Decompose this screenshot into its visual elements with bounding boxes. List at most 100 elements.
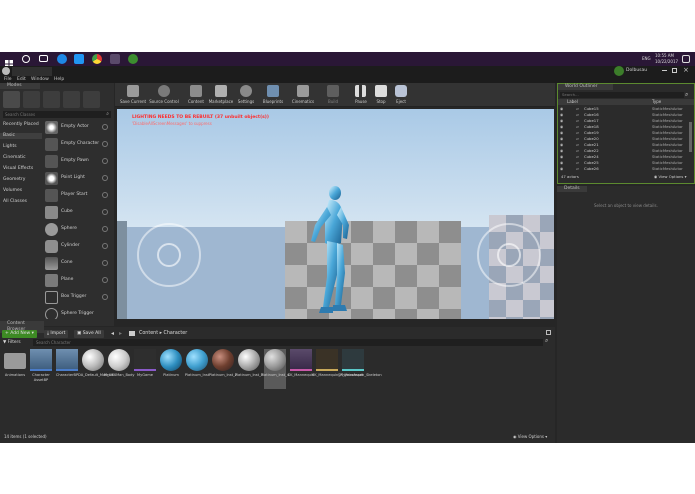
cinematics-button[interactable]: Cinematics bbox=[289, 84, 317, 106]
asset-item[interactable]: Platinum_Inst_2 bbox=[209, 349, 237, 389]
foliage-mode-icon[interactable] bbox=[63, 91, 80, 108]
outliner-search-icon[interactable]: ⌕ bbox=[685, 91, 688, 99]
filters-button[interactable]: ▼ Filters bbox=[3, 340, 21, 345]
help-icon[interactable] bbox=[102, 277, 108, 283]
asset-item-selected[interactable]: Platinum_Inst_4 bbox=[261, 349, 289, 389]
outliner-search-input[interactable]: Search... bbox=[560, 92, 684, 98]
outliner-scrollbar[interactable] bbox=[689, 122, 692, 152]
asset-item[interactable]: DA_Default_Material bbox=[78, 349, 115, 389]
category-all-classes[interactable]: All Classes bbox=[3, 199, 27, 205]
asset-item[interactable]: MyGame bbox=[134, 349, 156, 389]
asset-item[interactable]: SK_Mannequin_PhysicsAsset bbox=[312, 349, 363, 389]
place-item-sphere[interactable]: Sphere bbox=[44, 222, 112, 238]
place-item-empty-actor[interactable]: Empty Actor bbox=[44, 120, 112, 136]
unreal-icon[interactable] bbox=[110, 54, 120, 64]
menu-window[interactable]: Window bbox=[31, 76, 49, 83]
breadcrumb-character[interactable]: Character bbox=[164, 331, 188, 336]
look-joystick[interactable] bbox=[477, 223, 541, 287]
clock-time[interactable]: 10:55 AM bbox=[655, 53, 674, 58]
place-item-sphere-trigger[interactable]: Sphere Trigger bbox=[44, 307, 112, 319]
place-mode-icon[interactable] bbox=[3, 91, 20, 108]
details-tab[interactable]: Details bbox=[557, 186, 587, 192]
source-control-button[interactable]: Source Control bbox=[149, 84, 179, 106]
close-icon[interactable]: × bbox=[683, 66, 689, 75]
asset-search-icon[interactable]: ⌕ bbox=[545, 337, 548, 345]
store-icon[interactable] bbox=[74, 54, 84, 64]
help-icon[interactable] bbox=[102, 294, 108, 300]
place-item-player-start[interactable]: Player Start bbox=[44, 188, 112, 204]
asset-item[interactable]: Platinum_Inst bbox=[185, 349, 209, 389]
world-outliner-tab[interactable]: World Outliner bbox=[558, 84, 613, 90]
windows-start-icon[interactable] bbox=[4, 54, 14, 68]
outliner-row[interactable]: ◉ ▱ Cube26 StaticMeshActor bbox=[558, 166, 694, 172]
category-basic[interactable]: Basic bbox=[0, 133, 42, 139]
app-icon[interactable] bbox=[128, 54, 138, 64]
save-all-button[interactable]: ▣ Save All bbox=[74, 330, 104, 338]
asset-item[interactable]: SK_Mannequin_Skeleton bbox=[338, 349, 382, 389]
help-icon[interactable] bbox=[102, 175, 108, 181]
add-new-button[interactable]: + Add New ▾ bbox=[2, 330, 37, 338]
place-item-empty-character[interactable]: Empty Character bbox=[44, 137, 112, 153]
help-icon[interactable] bbox=[102, 192, 108, 198]
eject-button[interactable]: Eject bbox=[387, 84, 415, 106]
level-tab[interactable] bbox=[12, 67, 52, 76]
category-geometry[interactable]: Geometry bbox=[3, 177, 25, 183]
help-icon[interactable] bbox=[102, 260, 108, 266]
level-viewport[interactable]: LIGHTING NEEDS TO BE REBUILT (37 unbuilt… bbox=[117, 109, 554, 319]
paint-mode-icon[interactable] bbox=[23, 91, 40, 108]
history-back-icon[interactable]: ◂ bbox=[111, 330, 114, 337]
clock-date[interactable]: 10/22/2017 bbox=[655, 59, 678, 64]
asset-item[interactable]: SK_Mannequin bbox=[288, 349, 314, 389]
place-item-box-trigger[interactable]: Box Trigger bbox=[44, 290, 112, 306]
content-view-options[interactable]: ◉ View Options ▾ bbox=[513, 434, 547, 439]
minimize-icon[interactable] bbox=[662, 70, 667, 71]
blueprints-button[interactable]: Blueprints bbox=[259, 84, 287, 106]
category-cinematic[interactable]: Cinematic bbox=[3, 155, 26, 161]
chrome-icon[interactable] bbox=[92, 54, 102, 64]
notifications-icon[interactable] bbox=[682, 55, 690, 63]
asset-item[interactable]: M_UE4Man_Body bbox=[104, 349, 135, 389]
modes-tab[interactable]: Modes bbox=[0, 83, 40, 89]
task-view-icon[interactable] bbox=[39, 55, 48, 62]
asset-item[interactable]: CharacterBP bbox=[56, 349, 78, 389]
move-joystick[interactable] bbox=[137, 223, 201, 287]
landscape-mode-icon[interactable] bbox=[43, 91, 60, 108]
geometry-mode-icon[interactable] bbox=[83, 91, 100, 108]
mannequin-character[interactable] bbox=[303, 185, 359, 315]
help-icon[interactable] bbox=[102, 226, 108, 232]
place-item-plane[interactable]: Plane bbox=[44, 273, 112, 289]
col-label[interactable]: Label bbox=[567, 99, 578, 105]
asset-search-input[interactable]: Search Character bbox=[33, 339, 543, 346]
lock-icon[interactable] bbox=[546, 330, 551, 335]
col-type[interactable]: Type bbox=[652, 99, 661, 105]
asset-item[interactable]: Animations bbox=[4, 349, 26, 389]
edge-icon[interactable] bbox=[57, 54, 67, 64]
help-icon[interactable] bbox=[102, 124, 108, 130]
breadcrumb-content[interactable]: Content bbox=[139, 331, 158, 336]
category-lights[interactable]: Lights bbox=[3, 144, 17, 150]
help-icon[interactable] bbox=[102, 243, 108, 249]
maximize-icon[interactable] bbox=[672, 68, 677, 73]
history-forward-icon[interactable]: ▸ bbox=[119, 330, 122, 337]
place-item-cube[interactable]: Cube bbox=[44, 205, 112, 221]
menu-help[interactable]: Help bbox=[54, 76, 64, 83]
menu-file[interactable]: File bbox=[4, 76, 12, 83]
help-icon[interactable] bbox=[102, 141, 108, 147]
save-current-button[interactable]: Save Current bbox=[119, 84, 147, 106]
import-button[interactable]: ⤓ Import bbox=[44, 330, 69, 338]
joystick-thumb[interactable] bbox=[157, 243, 181, 267]
place-item-empty-pawn[interactable]: Empty Pawn bbox=[44, 154, 112, 170]
asset-item[interactable]: Platinum_Inst_3 bbox=[235, 349, 263, 389]
cortana-icon[interactable] bbox=[22, 55, 30, 63]
asset-item[interactable]: Character AssetBP bbox=[30, 349, 52, 389]
class-search-input[interactable]: Search Classes ⌕ bbox=[3, 111, 111, 118]
category-volumes[interactable]: Volumes bbox=[3, 188, 22, 194]
category-recently-placed[interactable]: Recently Placed bbox=[3, 122, 39, 128]
category-visual-effects[interactable]: Visual Effects bbox=[3, 166, 33, 172]
asset-item[interactable]: Platinum bbox=[160, 349, 182, 389]
menu-edit[interactable]: Edit bbox=[17, 76, 26, 83]
place-item-cylinder[interactable]: Cylinder bbox=[44, 239, 112, 255]
help-icon[interactable] bbox=[102, 158, 108, 164]
place-item-cone[interactable]: Cone bbox=[44, 256, 112, 272]
help-icon[interactable] bbox=[102, 209, 108, 215]
